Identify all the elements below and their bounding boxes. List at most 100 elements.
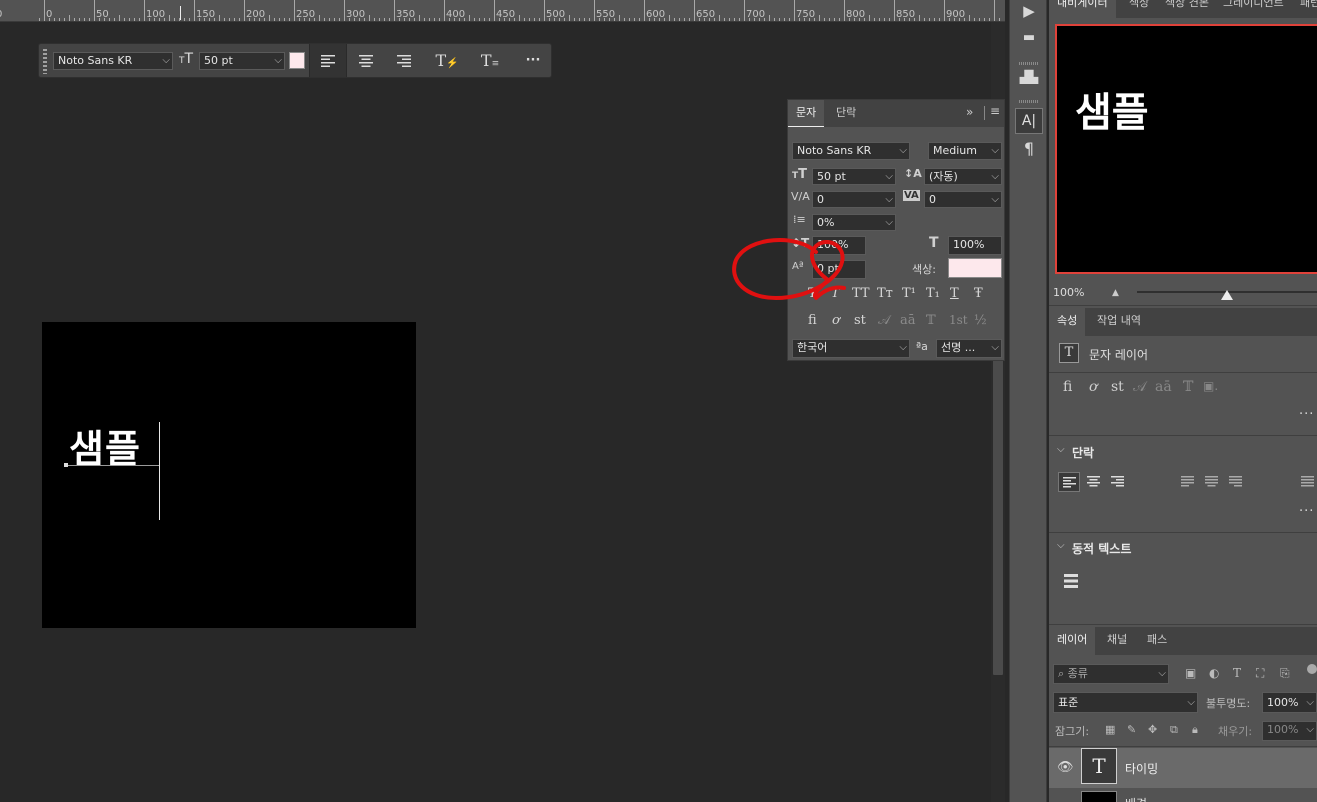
zoom-out-icon[interactable]: ▲ [1112, 288, 1119, 298]
options-bar-grip[interactable] [43, 49, 47, 74]
tab-paths[interactable]: 패스 [1139, 627, 1175, 655]
canvas-scrollbar-thumb[interactable] [993, 350, 1003, 675]
histogram-icon[interactable]: ▟▙ [1010, 70, 1048, 84]
all-caps-button[interactable]: TT [852, 286, 870, 301]
horizontal-scale-input[interactable]: 100% [948, 236, 1002, 255]
fill-input[interactable]: 100% ⌵ [1262, 721, 1317, 741]
justify-last-left-button[interactable] [1181, 476, 1194, 487]
lock-all-icon[interactable]: 🔒︎ [1192, 723, 1198, 737]
align-right-button[interactable] [385, 44, 423, 77]
kerning-select[interactable]: 0 ⌵ [812, 191, 896, 208]
font-style-select[interactable]: Medium ⌵ [928, 142, 1002, 160]
text-color-swatch[interactable] [289, 52, 305, 69]
play-icon[interactable]: ▶ [1010, 2, 1048, 20]
collapse-panel-icon[interactable]: » [966, 105, 973, 119]
zoom-slider-thumb[interactable] [1221, 290, 1233, 300]
underline-button[interactable]: T [950, 286, 959, 301]
leading-select[interactable]: (자동) ⌵ [924, 168, 1002, 185]
filter-toggle-icon[interactable] [1307, 664, 1317, 674]
tab-patterns[interactable]: 패턴 [1292, 0, 1317, 18]
small-caps-button[interactable]: Tт [877, 286, 893, 301]
para-align-left-button[interactable] [1058, 472, 1080, 492]
ligatures-button[interactable]: fi [808, 313, 817, 328]
tab-swatches[interactable]: 색상 견본 [1157, 0, 1217, 18]
panel-menu-icon[interactable]: ≡ [990, 104, 1000, 118]
stylistic-alternates-button[interactable]: aā [900, 313, 916, 328]
justify-last-center-button[interactable] [1205, 476, 1218, 487]
contextual-alternates-button[interactable]: ơ [1089, 379, 1097, 395]
superscript-button[interactable]: T¹ [902, 286, 916, 301]
lock-artboard-icon[interactable]: ⧉ [1170, 723, 1178, 737]
more-options-button[interactable]: ··· [1299, 504, 1314, 519]
layer-name[interactable]: 타이밍 [1125, 760, 1158, 777]
tab-gradients[interactable]: 그레이디언트 [1215, 0, 1292, 18]
character-color-swatch[interactable] [948, 258, 1002, 278]
chevron-down-icon[interactable]: ⌵ [1057, 540, 1065, 551]
options-font-family-select[interactable]: Noto Sans KR ⌵ [53, 52, 173, 70]
blend-mode-select[interactable]: 표준 ⌵ [1053, 692, 1198, 713]
more-options-button[interactable]: ··· [514, 44, 552, 77]
paragraph-section-title[interactable]: 단락 [1072, 444, 1094, 461]
lock-transparent-icon[interactable]: ▦ [1105, 723, 1115, 736]
filter-smartobject-icon[interactable]: ⎘ [1280, 666, 1290, 681]
tab-properties[interactable]: 속성 [1049, 308, 1086, 336]
fractions-button[interactable]: ½ [974, 313, 987, 328]
lock-position-icon[interactable]: ✥ [1148, 723, 1157, 736]
more-options-button[interactable]: ··· [1299, 407, 1314, 422]
discretionary-ligatures-button[interactable]: st [1111, 379, 1124, 395]
filter-pixel-icon[interactable]: ▣ [1185, 666, 1196, 680]
tab-channels[interactable]: 채널 [1099, 627, 1135, 655]
tab-paragraph[interactable]: 단락 [828, 100, 864, 127]
tab-history[interactable]: 작업 내역 [1089, 308, 1149, 336]
antialias-select[interactable]: 선명 ... ⌵ [936, 339, 1002, 358]
layer-name[interactable]: 배경 [1125, 795, 1147, 802]
filter-type-icon[interactable]: T [1233, 666, 1241, 680]
paragraph-panel-icon[interactable]: ¶ [1010, 139, 1048, 158]
stylistic-alternates-button[interactable]: aā [1155, 379, 1172, 395]
tracking-select[interactable]: 0 ⌵ [924, 191, 1002, 208]
subscript-button[interactable]: T₁ [926, 286, 940, 301]
ligatures-button[interactable]: fi [1063, 379, 1072, 395]
tab-navigator[interactable]: 내비게이터 [1049, 0, 1116, 18]
toggle-character-panel-button[interactable]: T≡ [471, 44, 509, 77]
opacity-input[interactable]: 100% ⌵ [1262, 692, 1317, 713]
tab-layers[interactable]: 레이어 [1049, 627, 1096, 655]
align-left-button[interactable] [309, 44, 347, 77]
filter-adjustment-icon[interactable]: ◐ [1209, 666, 1219, 680]
options-font-size-select[interactable]: 50 pt ⌵ [199, 52, 285, 70]
align-center-button[interactable] [347, 44, 385, 77]
chevron-down-icon[interactable]: ⌵ [1057, 444, 1065, 455]
lock-image-icon[interactable]: ✎ [1127, 723, 1136, 736]
language-select[interactable]: 한국어 ⌵ [792, 339, 910, 358]
visibility-eye-icon[interactable]: 👁︎ [1057, 760, 1074, 775]
tsume-select[interactable]: 0% ⌵ [812, 214, 896, 231]
swash-button[interactable]: 𝒜 [1133, 379, 1146, 395]
tab-color[interactable]: 색상 [1121, 0, 1157, 18]
warp-text-button[interactable]: T⚡ [428, 44, 466, 77]
discretionary-ligatures-button[interactable]: st [854, 313, 866, 328]
character-panel-icon[interactable]: A| [1015, 108, 1043, 134]
para-align-right-button[interactable] [1111, 476, 1124, 487]
dynamic-text-section-title[interactable]: 동적 텍스트 [1072, 540, 1131, 557]
navigator-zoom-value[interactable]: 100% [1053, 286, 1084, 299]
tab-character[interactable]: 문자 [788, 100, 825, 127]
justify-last-right-button[interactable] [1229, 476, 1242, 487]
layer-filter-select[interactable]: ⌕ 종류 ⌵ [1053, 664, 1169, 684]
titling-alternates-button[interactable]: 𝕋 [1183, 379, 1193, 395]
layer-row-background[interactable]: 배경 [1049, 789, 1317, 802]
contextual-alternates-button[interactable]: ơ [832, 313, 840, 328]
ordinals-button[interactable]: ▣. [1203, 379, 1218, 393]
ordinals-button[interactable]: 1st [949, 313, 968, 327]
justify-all-button[interactable] [1301, 476, 1314, 487]
strikethrough-button[interactable]: Ŧ [974, 286, 983, 301]
swash-button[interactable]: 𝒜 [878, 313, 890, 328]
layer-row-timing[interactable]: 👁︎ T 타이밍 [1049, 748, 1317, 788]
font-size-select[interactable]: 50 pt ⌵ [812, 168, 896, 185]
dynamic-text-icon[interactable] [1064, 574, 1078, 588]
document-canvas[interactable] [42, 322, 416, 628]
para-align-center-button[interactable] [1087, 476, 1100, 487]
filter-shape-icon[interactable]: ⛶ [1256, 666, 1264, 681]
comment-icon[interactable]: ▬ [1010, 30, 1048, 45]
titling-alternates-button[interactable]: 𝕋 [926, 313, 936, 328]
navigator-preview[interactable] [1055, 24, 1317, 274]
